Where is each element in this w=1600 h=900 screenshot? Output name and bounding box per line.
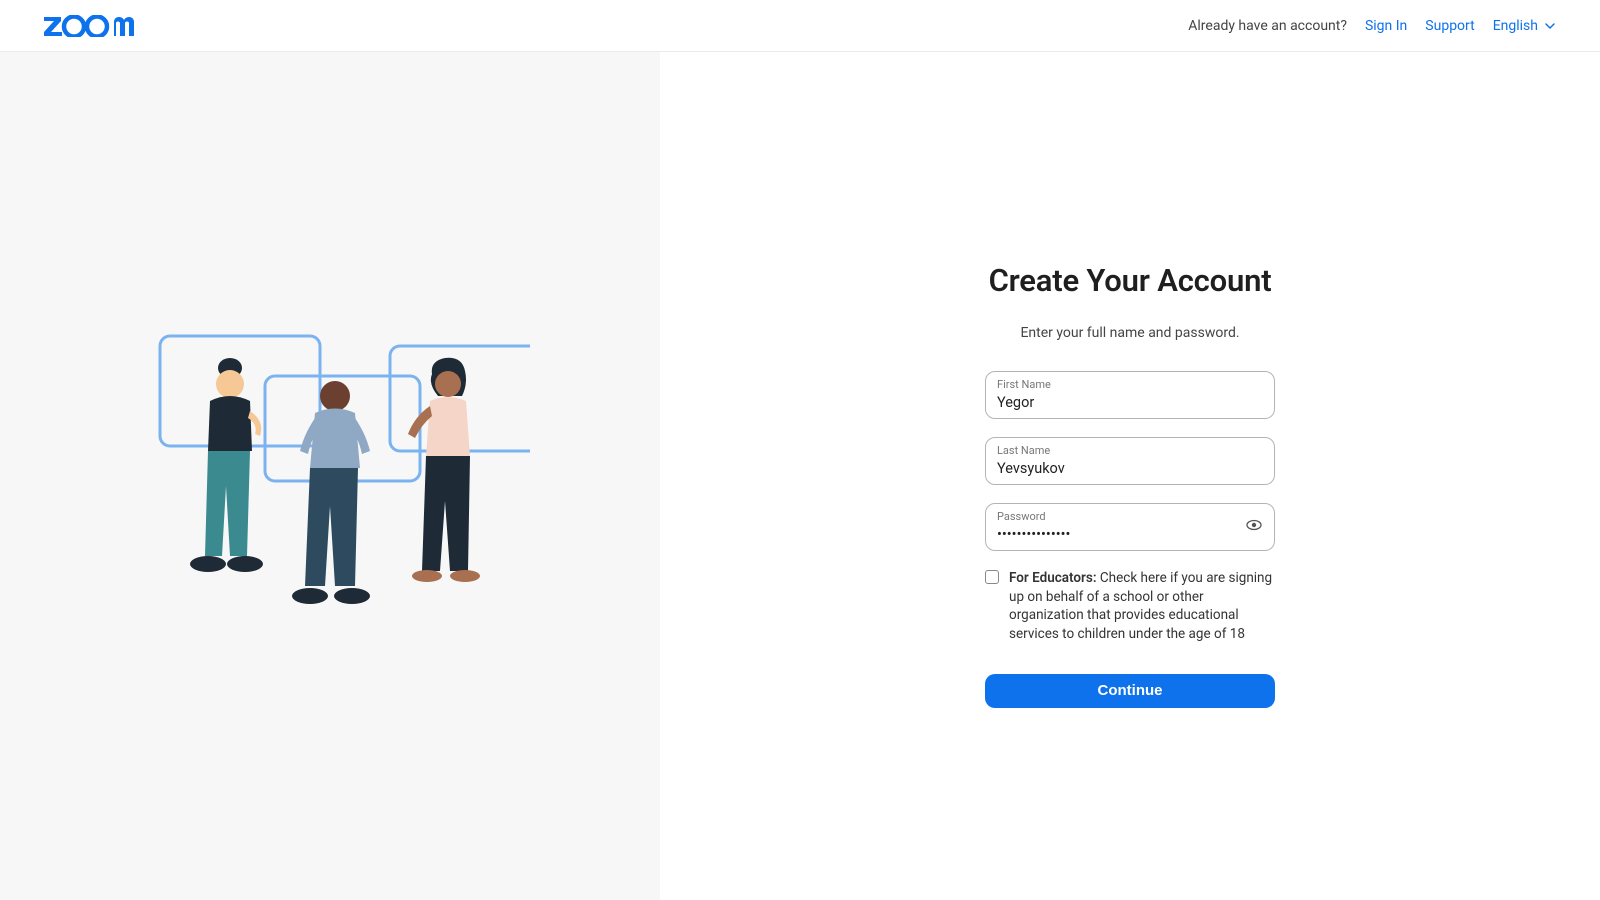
page-title: Create Your Account <box>985 262 1275 299</box>
educators-checkbox-row: For Educators: Check here if you are sig… <box>985 569 1275 644</box>
first-name-input[interactable] <box>997 394 1263 411</box>
language-label: English <box>1493 18 1538 34</box>
chevron-down-icon <box>1544 20 1556 32</box>
password-label: Password <box>997 510 1263 523</box>
educators-bold: For Educators: <box>1009 570 1097 586</box>
signup-form: Create Your Account Enter your full name… <box>985 262 1275 708</box>
zoom-logo[interactable] <box>44 15 140 37</box>
show-password-button[interactable] <box>1245 516 1263 538</box>
header-nav: Already have an account? Sign In Support… <box>1188 18 1556 34</box>
first-name-label: First Name <box>997 378 1263 391</box>
support-link[interactable]: Support <box>1425 18 1474 34</box>
form-panel: Create Your Account Enter your full name… <box>660 52 1600 900</box>
password-field[interactable]: Password <box>985 503 1275 551</box>
main: Create Your Account Enter your full name… <box>0 52 1600 900</box>
last-name-field[interactable]: Last Name <box>985 437 1275 485</box>
illustration-panel <box>0 52 660 900</box>
continue-button[interactable]: Continue <box>985 674 1275 708</box>
eye-icon <box>1245 516 1263 534</box>
language-selector[interactable]: English <box>1493 18 1556 34</box>
last-name-label: Last Name <box>997 444 1263 457</box>
last-name-input[interactable] <box>997 460 1263 477</box>
educators-text: For Educators: Check here if you are sig… <box>1009 569 1275 644</box>
educators-checkbox[interactable] <box>985 570 999 584</box>
header: Already have an account? Sign In Support… <box>0 0 1600 52</box>
people-illustration <box>130 306 530 646</box>
already-have-account-text: Already have an account? <box>1188 18 1347 34</box>
password-input[interactable] <box>997 526 1263 543</box>
zoom-logo-icon <box>44 15 140 37</box>
first-name-field[interactable]: First Name <box>985 371 1275 419</box>
page-subtitle: Enter your full name and password. <box>985 325 1275 341</box>
sign-in-link[interactable]: Sign In <box>1365 18 1407 34</box>
